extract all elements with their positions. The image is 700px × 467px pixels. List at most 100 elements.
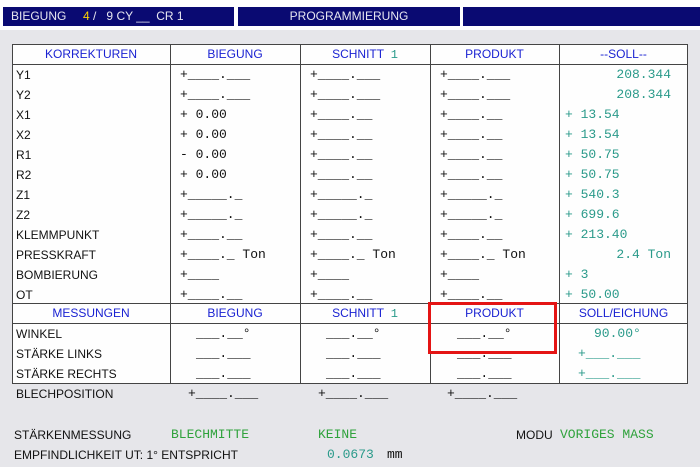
biegung-field[interactable]: +____.___ bbox=[180, 65, 250, 85]
soll-field[interactable]: + 50.75 bbox=[565, 165, 685, 185]
modu-label: MODU bbox=[516, 428, 553, 442]
biegung-field[interactable]: +____.___ bbox=[180, 85, 250, 105]
header-schnitt-num: 1 bbox=[390, 48, 398, 62]
header-meas-soll: SOLL/EICHUNG bbox=[578, 306, 669, 320]
empfindlichkeit-label: EMPFINDLICHKEIT UT: 1° ENTSPRICHT bbox=[14, 448, 238, 462]
schnitt-field[interactable]: +____.__ bbox=[310, 225, 372, 245]
produkt-field[interactable]: +____.__ bbox=[440, 145, 502, 165]
row-label: BOMBIERUNG bbox=[16, 268, 99, 282]
produkt-field[interactable]: +____.___ bbox=[440, 85, 510, 105]
header-korrekturen: KORREKTUREN bbox=[44, 47, 137, 61]
produkt-field[interactable]: +____ bbox=[440, 265, 479, 285]
meas-label: STÄRKE LINKS bbox=[16, 347, 103, 361]
meas-produkt-field[interactable]: ___.___ bbox=[457, 364, 512, 384]
row-label: PRESSKRAFT bbox=[16, 248, 97, 262]
schnitt-field[interactable]: +____._ Ton bbox=[310, 245, 396, 265]
header-meas-schnitt: SCHNITT 1 bbox=[300, 304, 430, 323]
meas-biegung-field[interactable]: ___.___ bbox=[196, 344, 251, 364]
soll-field[interactable]: 2.4 Ton bbox=[565, 245, 685, 265]
schnitt-field[interactable]: +____.__ bbox=[310, 105, 372, 125]
meas-soll-field[interactable]: +___.___ bbox=[578, 364, 640, 384]
soll-field[interactable]: + 699.6 bbox=[565, 205, 685, 225]
empfindlichkeit-value[interactable]: 0.0673 bbox=[327, 446, 374, 464]
soll-field[interactable]: + 50.75 bbox=[565, 145, 685, 165]
schnitt-field[interactable]: +____.___ bbox=[310, 65, 380, 85]
row-label: R1 bbox=[16, 148, 32, 162]
schnitt-field[interactable]: +____.___ bbox=[310, 85, 380, 105]
soll-field[interactable]: + 213.40 bbox=[565, 225, 685, 245]
schnitt-field[interactable]: +____.__ bbox=[310, 165, 372, 185]
row-label: Z2 bbox=[16, 208, 31, 222]
biegung-field[interactable]: + 0.00 bbox=[180, 165, 227, 185]
row-label: X1 bbox=[16, 108, 31, 122]
biegung-field[interactable]: +_____._ bbox=[180, 205, 242, 225]
header-meas-schnitt-num: 1 bbox=[390, 307, 398, 321]
title-mode-segment: BIEGUNG 4 / 9 CY __ CR 1 bbox=[3, 7, 234, 26]
modu-value[interactable]: VORIGES MASS bbox=[560, 426, 654, 444]
meas-produkt-field[interactable]: +____.___ bbox=[447, 384, 517, 404]
meas-schnitt-field[interactable]: +____.___ bbox=[318, 384, 388, 404]
schnitt-field[interactable]: +_____._ bbox=[310, 205, 372, 225]
step-current: 4 bbox=[83, 9, 90, 23]
produkt-field[interactable]: +____.__ bbox=[440, 125, 502, 145]
produkt-field[interactable]: +____.___ bbox=[440, 65, 510, 85]
produkt-field[interactable]: +____.__ bbox=[440, 225, 502, 245]
produkt-field[interactable]: +____._ Ton bbox=[440, 245, 526, 265]
soll-field[interactable]: + 13.54 bbox=[565, 105, 685, 125]
soll-field[interactable]: 208.344 bbox=[565, 85, 685, 105]
produkt-field[interactable]: +____.__ bbox=[440, 165, 502, 185]
produkt-field[interactable]: +_____._ bbox=[440, 185, 502, 205]
schnitt-field[interactable]: +____.__ bbox=[310, 145, 372, 165]
col-divider-4 bbox=[559, 44, 560, 384]
header-meas-biegung: BIEGUNG bbox=[207, 306, 263, 320]
soll-field[interactable]: + 13.54 bbox=[565, 125, 685, 145]
meas-label: BLECHPOSITION bbox=[16, 387, 114, 401]
biegung-field[interactable]: +____.__ bbox=[180, 225, 242, 245]
biegung-field[interactable]: +____._ Ton bbox=[180, 245, 266, 265]
soll-field[interactable]: + 540.3 bbox=[565, 185, 685, 205]
produkt-field[interactable]: +____.__ bbox=[440, 105, 502, 125]
biegung-field[interactable]: + 0.00 bbox=[180, 125, 227, 145]
header-meas-schnitt-label: SCHNITT bbox=[332, 306, 385, 320]
title-empty-segment bbox=[463, 7, 700, 26]
meas-label: WINKEL bbox=[16, 327, 63, 341]
biegung-field[interactable]: - 0.00 bbox=[180, 145, 227, 165]
biegung-field[interactable]: + 0.00 bbox=[180, 105, 227, 125]
header-schnitt-label: SCHNITT bbox=[332, 47, 385, 61]
meas-schnitt-field[interactable]: ___.___ bbox=[326, 344, 381, 364]
soll-field[interactable]: 208.344 bbox=[565, 65, 685, 85]
col-divider-1 bbox=[170, 44, 171, 384]
meas-biegung-field[interactable]: ___.__° bbox=[196, 324, 251, 344]
cy-indicator: CY __ bbox=[116, 9, 150, 23]
keine-value[interactable]: KEINE bbox=[318, 426, 357, 444]
staerke-value[interactable]: BLECHMITTE bbox=[171, 426, 249, 444]
empfindlichkeit-unit: mm bbox=[387, 447, 403, 462]
row-label: Y1 bbox=[16, 68, 31, 82]
produkt-field[interactable]: +_____._ bbox=[440, 205, 502, 225]
schnitt-field[interactable]: +____.__ bbox=[310, 285, 372, 305]
header-messungen: MESSUNGEN bbox=[52, 306, 130, 320]
header-soll: --SOLL-- bbox=[600, 47, 647, 61]
row-label: OT bbox=[16, 288, 33, 302]
meas-soll-field[interactable]: +___.___ bbox=[578, 344, 640, 364]
biegung-field[interactable]: +____ bbox=[180, 265, 219, 285]
schnitt-field[interactable]: +____ bbox=[310, 265, 349, 285]
staerke-label: STÄRKENMESSUNG bbox=[14, 428, 132, 442]
row-label: Y2 bbox=[16, 88, 31, 102]
schnitt-field[interactable]: +____.__ bbox=[310, 125, 372, 145]
produkt-winkel-selection[interactable] bbox=[428, 302, 557, 354]
header-schnitt: SCHNITT 1 bbox=[300, 45, 430, 64]
meas-soll-field[interactable]: 90.00° bbox=[594, 324, 641, 344]
meas-biegung-field[interactable]: +____.___ bbox=[188, 384, 258, 404]
biegung-field[interactable]: +____.__ bbox=[180, 285, 242, 305]
meas-label: STÄRKE RECHTS bbox=[16, 367, 117, 381]
schnitt-field[interactable]: +_____._ bbox=[310, 185, 372, 205]
meas-schnitt-field[interactable]: ___.__° bbox=[326, 324, 381, 344]
header-produkt: PRODUKT bbox=[465, 47, 524, 61]
soll-field[interactable]: + 50.00 bbox=[565, 285, 685, 305]
meas-biegung-field[interactable]: ___.___ bbox=[196, 364, 251, 384]
soll-field[interactable]: + 3 bbox=[565, 265, 685, 285]
col-divider-2 bbox=[300, 44, 301, 384]
biegung-field[interactable]: +_____._ bbox=[180, 185, 242, 205]
meas-schnitt-field[interactable]: ___.___ bbox=[326, 364, 381, 384]
